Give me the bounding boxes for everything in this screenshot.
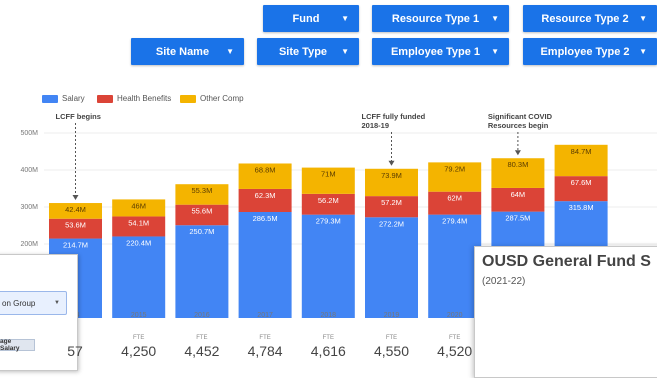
annotation-label: Resources begin [488, 121, 549, 130]
filter-label: Site Type [278, 45, 328, 58]
fte-value: 4,520 [437, 343, 473, 359]
group-dropdown[interactable]: on Group ▼ [0, 291, 67, 315]
bar-segment-salary [112, 236, 166, 318]
filter-site-name[interactable]: Site Name ▼ [131, 38, 244, 65]
chevron-down-icon: ▼ [491, 14, 499, 23]
data-label: 71M [321, 170, 336, 179]
data-label: 68.8M [255, 165, 276, 174]
data-label: 84.7M [571, 147, 592, 156]
data-label: 286.5M [253, 214, 278, 223]
x-tick-label: 2020 [447, 312, 463, 319]
data-label: 54.1M [128, 218, 149, 227]
data-label: 53.6M [65, 221, 86, 230]
data-label: 56.2M [318, 196, 339, 205]
chevron-down-icon: ▼ [226, 47, 234, 56]
column-header-chip[interactable]: age Salary [0, 338, 35, 352]
arrow-down-icon [388, 160, 395, 166]
filter-employee-type-2[interactable]: Employee Type 2 ▼ [523, 38, 657, 65]
fte-value: 4,550 [373, 343, 410, 359]
filter-label: Employee Type 2 [540, 45, 630, 58]
chevron-down-icon: ▼ [341, 14, 349, 23]
data-label: 279.4M [442, 217, 467, 226]
fte-caption: FTE [133, 335, 145, 341]
data-label: 79.2M [444, 164, 465, 173]
dropdown-label: on Group [2, 298, 36, 308]
data-label: 287.5M [505, 214, 530, 223]
fte-caption: FTE [385, 335, 398, 341]
x-tick-label: 2019 [384, 312, 400, 319]
annotation-label: 2018-19 [362, 121, 390, 130]
data-label: 42.4M [65, 205, 86, 214]
panel-subtitle: (2021-22) [482, 276, 526, 287]
data-label: 214.7M [63, 241, 88, 250]
x-tick-label: 2016 [194, 312, 210, 319]
filter-label: Employee Type 1 [390, 45, 481, 58]
fte-caption: FTE [259, 335, 271, 341]
y-tick-label: 300M [20, 204, 38, 211]
filter-resource-type-2[interactable]: Resource Type 2 ▼ [523, 5, 657, 32]
arrow-down-icon [72, 195, 79, 201]
data-label: 62.3M [255, 191, 276, 200]
filter-label: Site Name [155, 45, 210, 58]
chevron-down-icon: ▼ [491, 47, 499, 56]
filter-fund[interactable]: Fund ▼ [263, 5, 359, 32]
general-fund-panel: OUSD General Fund S (2021-22) [474, 246, 657, 378]
data-label: 73.9M [381, 171, 402, 180]
data-label: 279.3M [316, 217, 341, 226]
filter-label: Fund [292, 12, 320, 25]
panel-title: OUSD General Fund S [482, 253, 651, 270]
filter-employee-type-1[interactable]: Employee Type 1 ▼ [372, 38, 509, 65]
data-label: 57.2M [381, 198, 402, 207]
bar-segment-salary [175, 225, 229, 318]
data-label: 46M [131, 201, 146, 210]
chevron-down-icon: ▼ [54, 300, 60, 306]
y-tick-label: 200M [20, 241, 38, 248]
fte-caption: FTE [449, 335, 461, 341]
x-tick-label: 2018 [321, 312, 337, 319]
annotation-label: Significant COVID [488, 112, 553, 121]
bar-segment-salary [365, 217, 418, 318]
data-label: 55.6M [191, 207, 212, 216]
y-tick-label: 400M [20, 167, 38, 174]
annotation-label: LCFF begins [56, 112, 101, 121]
fte-value: 4,250 [121, 343, 157, 359]
fte-value: 4,452 [184, 343, 220, 359]
data-label: 67.6M [571, 178, 592, 187]
bar-segment-salary [301, 214, 355, 318]
data-label: 64M [511, 190, 526, 199]
y-tick-label: 500M [20, 130, 38, 137]
fte-caption: FTE [322, 335, 334, 341]
fte-caption: FTE [196, 335, 208, 341]
filter-site-type[interactable]: Site Type ▼ [257, 38, 359, 65]
chevron-down-icon: ▼ [639, 47, 647, 56]
data-label: 250.7M [189, 227, 214, 236]
data-label: 220.4M [126, 238, 151, 247]
x-tick-label: 2015 [131, 312, 147, 319]
arrow-down-icon [514, 150, 521, 156]
data-label: 80.3M [507, 160, 528, 169]
fte-value: 4,616 [310, 343, 346, 359]
fte-value: 4,784 [247, 343, 283, 359]
data-label: 62M [447, 194, 462, 203]
data-label: 315.8M [569, 203, 594, 212]
filter-label: Resource Type 1 [391, 12, 480, 25]
annotation-label: LCFF fully funded [362, 112, 426, 121]
chip-label: age Salary [0, 338, 20, 352]
chevron-down-icon: ▼ [639, 14, 647, 23]
filter-label: Resource Type 2 [541, 12, 629, 25]
fte-value: 57 [67, 343, 83, 359]
chevron-down-icon: ▼ [341, 47, 349, 56]
data-label: 55.3M [191, 186, 212, 195]
bar-segment-salary [238, 211, 292, 318]
filter-resource-type-1[interactable]: Resource Type 1 ▼ [372, 5, 509, 32]
data-label: 272.2M [379, 219, 404, 228]
x-tick-label: 2017 [257, 312, 273, 319]
